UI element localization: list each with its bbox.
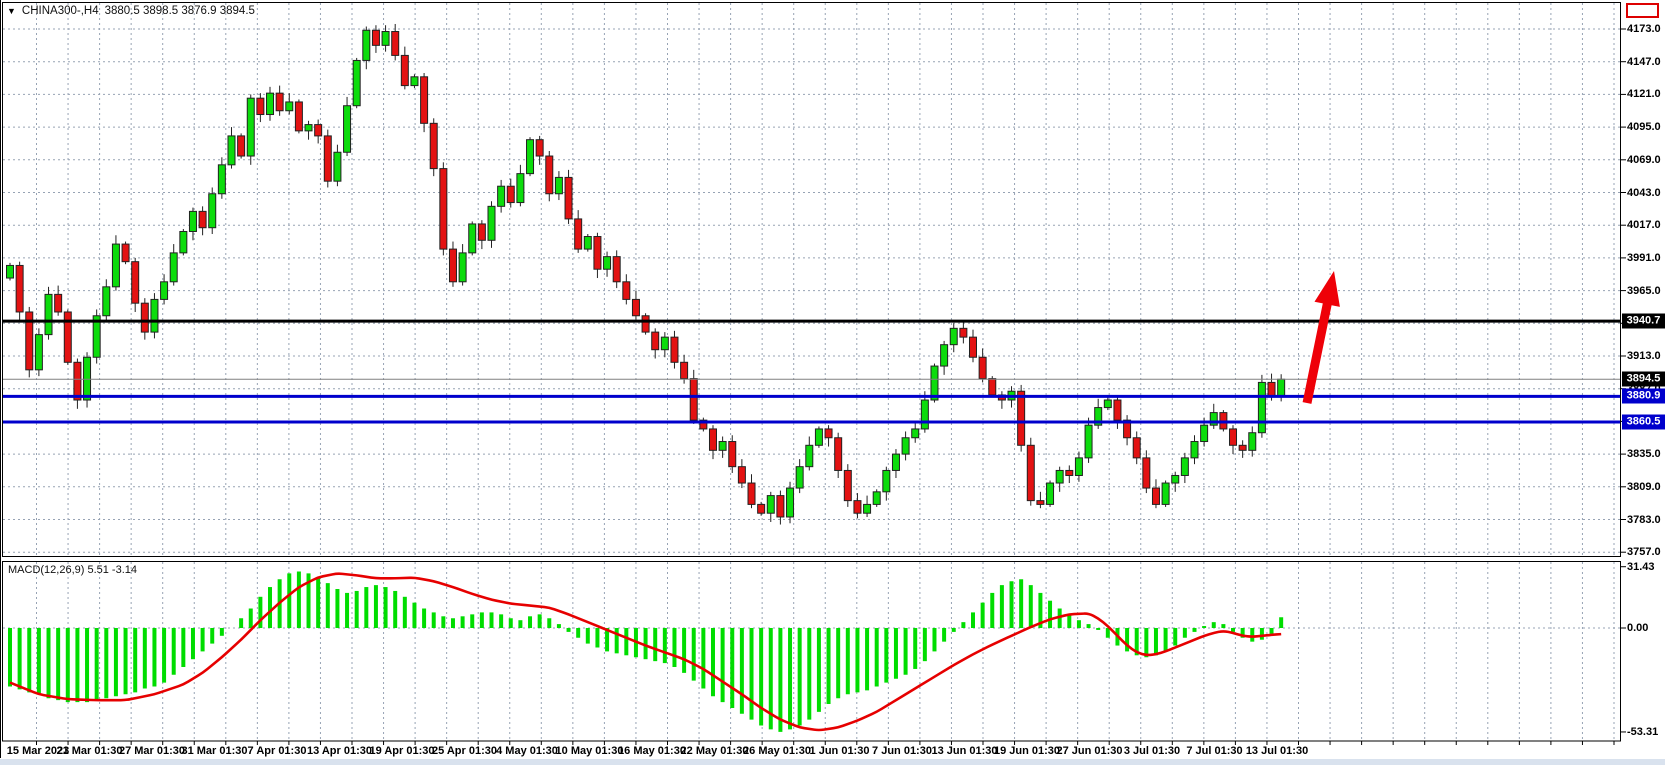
time-axis-label: 1 Jun 01:30 xyxy=(810,745,870,757)
price-axis-label: 4121.0 xyxy=(1627,88,1661,100)
ohlc-readout: 3880.5 3898.5 3876.9 3894.5 xyxy=(105,5,255,17)
symbol-period-label: CHINA300-,H4 xyxy=(22,5,99,17)
time-axis-label: 10 May 01:30 xyxy=(556,745,624,757)
price-axis-label: 4069.0 xyxy=(1627,154,1661,166)
price-axis-label: 4043.0 xyxy=(1627,187,1661,199)
support1-price-badge: 3880.9 xyxy=(1622,389,1665,404)
bid-price-badge: 3894.5 xyxy=(1622,372,1665,387)
macd-axis-label: 0.00 xyxy=(1627,622,1648,634)
price-axis-label: 3913.0 xyxy=(1627,350,1661,362)
time-axis-label: 16 May 01:30 xyxy=(618,745,686,757)
price-axis-label: 3757.0 xyxy=(1627,546,1661,558)
time-axis-label: 13 Jun 01:30 xyxy=(931,745,997,757)
price-axis-label: 3965.0 xyxy=(1627,285,1661,297)
time-axis-label: 7 Jul 01:30 xyxy=(1186,745,1242,757)
bottom-edge-strip xyxy=(0,759,1665,765)
chart-canvas[interactable] xyxy=(0,0,1665,765)
time-axis-label: 22 May 01:30 xyxy=(681,745,749,757)
resistance-price-badge: 3940.7 xyxy=(1622,314,1665,329)
support2-price-badge: 3860.5 xyxy=(1622,415,1665,430)
time-axis-label: 13 Apr 01:30 xyxy=(307,745,372,757)
time-axis-label: 25 Apr 01:30 xyxy=(432,745,497,757)
symbol-dropdown-icon[interactable]: ▼ xyxy=(7,6,16,16)
macd-pane[interactable] xyxy=(10,571,1281,731)
time-axis-label: 4 May 01:30 xyxy=(496,745,558,757)
time-axis-label: 13 Jul 01:30 xyxy=(1246,745,1308,757)
time-axis-label: 31 Mar 01:30 xyxy=(181,745,247,757)
time-axis-label: 19 Apr 01:30 xyxy=(369,745,434,757)
time-axis-label: 27 Jun 01:30 xyxy=(1056,745,1122,757)
price-axis-label: 3991.0 xyxy=(1627,252,1661,264)
price-axis-label: 3835.0 xyxy=(1627,448,1661,460)
time-axis-label: 21 Mar 01:30 xyxy=(56,745,122,757)
chart-window: ▼ CHINA300-,H4 3880.5 3898.5 3876.9 3894… xyxy=(0,0,1665,765)
price-axis-label: 4147.0 xyxy=(1627,56,1661,68)
macd-axis-label: 31.43 xyxy=(1627,561,1655,573)
price-axis-label: 4173.0 xyxy=(1627,23,1661,35)
time-axis-label: 3 Jul 01:30 xyxy=(1124,745,1180,757)
macd-axis-label: -53.31 xyxy=(1627,726,1658,738)
time-axis-label: 27 Mar 01:30 xyxy=(119,745,185,757)
macd-indicator-label: MACD(12,26,9) 5.51 -3.14 xyxy=(8,564,137,576)
candles-pane[interactable] xyxy=(7,24,1285,525)
time-axis-label: 26 May 01:30 xyxy=(743,745,811,757)
price-axis-label: 3809.0 xyxy=(1627,481,1661,493)
price-axis-label: 3783.0 xyxy=(1627,514,1661,526)
time-axis-label: 7 Apr 01:30 xyxy=(248,745,307,757)
top-right-marker xyxy=(1626,3,1659,18)
price-axis-label: 4017.0 xyxy=(1627,219,1661,231)
time-axis-label: 7 Jun 01:30 xyxy=(872,745,932,757)
price-axis-label: 4095.0 xyxy=(1627,121,1661,133)
chart-title-bar: ▼ CHINA300-,H4 3880.5 3898.5 3876.9 3894… xyxy=(7,5,255,17)
time-axis-label: 19 Jun 01:30 xyxy=(994,745,1060,757)
